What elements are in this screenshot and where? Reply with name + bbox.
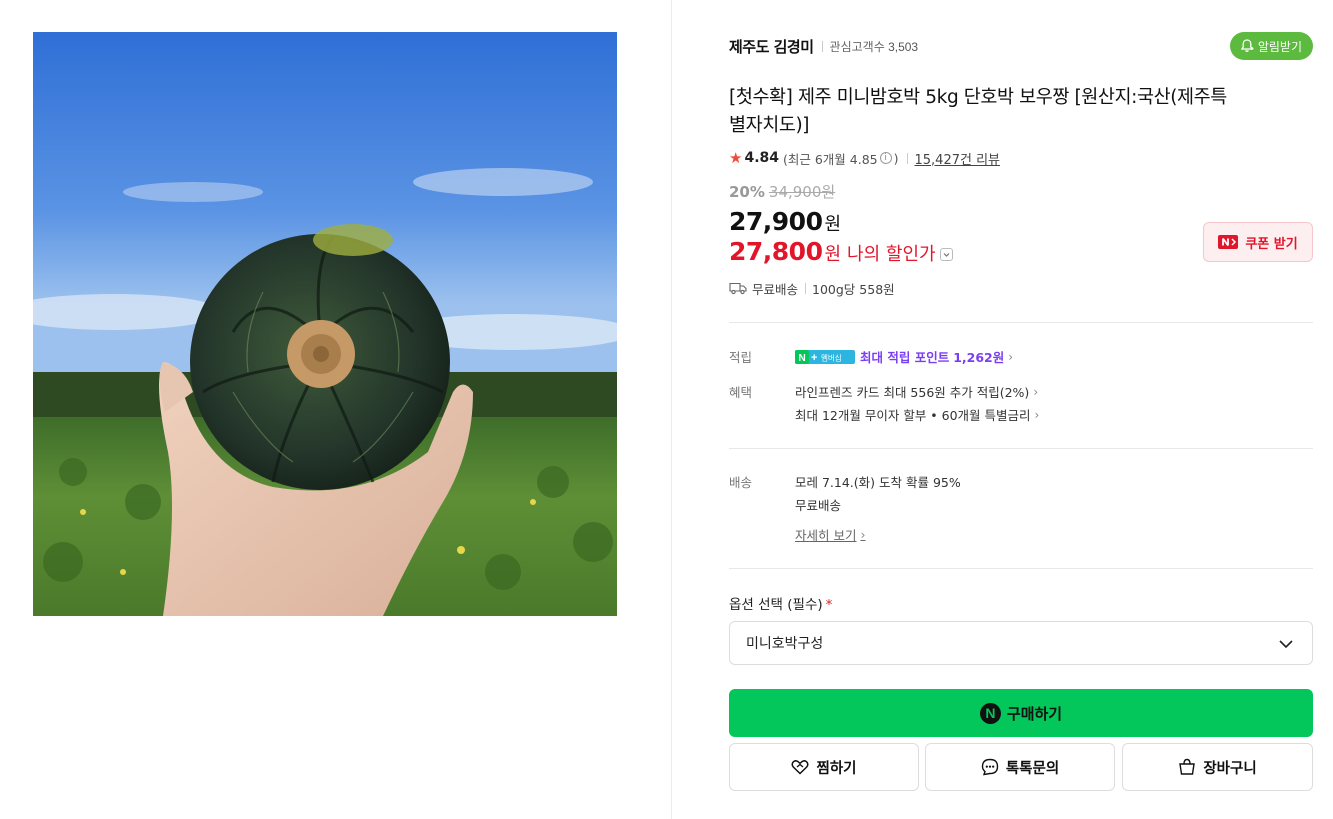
alert-subscribe-button[interactable]: 알림받기 [1229,32,1313,60]
my-price-label: 나의 할인가 [847,244,936,265]
pumpkin-photo [33,32,617,616]
my-price-unit: 원 [824,244,842,265]
wish-label: 찜하기 [816,760,857,777]
svg-text:N: N [799,353,806,364]
divider [821,40,823,52]
cart-button[interactable]: 장바구니 [1122,743,1313,791]
followers-count: 3,503 [888,39,919,54]
chevron-right-icon: › [1008,349,1014,364]
divider [906,152,908,164]
chat-icon [981,758,999,776]
chevron-down-icon[interactable] [939,248,953,261]
my-price-number: 27,800 [729,237,823,266]
required-mark: * [825,597,833,613]
followers-label: 관심고객수 [829,39,885,54]
benefit-label: 혜택 [729,385,753,400]
divider [729,448,1313,449]
benefit-card-text: 라인프렌즈 카드 최대 556원 추가 적립(2%) [795,385,1030,400]
option-selected-value: 미니호박구성 [746,636,824,652]
divider [729,322,1313,323]
option-label-text: 옵션 선택 (필수) [729,597,823,613]
divider [805,282,807,294]
option-select[interactable]: 미니호박구성 [729,621,1313,665]
my-discount-price: 27,800 원 나의 할인가 [729,237,953,266]
sale-price: 27,900 원 [729,207,841,236]
alert-label: 알림받기 [1257,39,1302,54]
points-row[interactable]: N + 멤버십 최대 적립 포인트 1,262원 › [795,347,1013,366]
buy-button[interactable]: N 구매하기 [729,689,1313,737]
rating-score: 4.84 [744,150,779,166]
chevron-right-icon: › [1033,384,1039,399]
unit-price: 100g당 558원 [812,281,895,297]
points-text: 최대 적립 포인트 [860,350,950,365]
original-price: 34,900원 [768,183,836,201]
buy-label: 구매하기 [1006,704,1063,723]
coupon-label: 쿠폰 받기 [1245,236,1298,252]
delivery-eta-text: 모레 7.14.(화) 도착 확률 95% [795,475,961,490]
benefit-installment-text: 최대 12개월 무이자 할부 • 60개월 특별금리 [795,408,1031,423]
info-icon[interactable]: i [879,152,892,164]
review-count-link[interactable]: 15,427건 리뷰 [915,149,1001,168]
star-icon: ★ [729,149,743,167]
benefit-line-card[interactable]: 라인프렌즈 카드 최대 556원 추가 적립(2%) › [795,382,1038,401]
heart-icon [791,760,810,775]
delivery-fee: 무료배송 [795,495,841,514]
svg-text:+: + [811,352,817,364]
cart-icon [1179,758,1196,775]
delivery-fee-text: 무료배송 [795,498,842,513]
delivery-detail-link[interactable]: 자세히 보기 › [795,525,865,544]
sale-price-unit: 원 [824,214,842,235]
coupon-button[interactable]: 쿠폰 받기 [1203,222,1313,262]
sale-price-number: 27,900 [729,207,823,236]
svg-text:멤버십: 멤버십 [821,352,842,362]
wish-button[interactable]: 찜하기 [729,743,919,791]
delivery-label: 배송 [729,475,753,490]
option-label: 옵션 선택 (필수) * [729,593,832,613]
delivery-eta: 모레 7.14.(화) 도착 확률 95% [795,472,961,491]
store-name[interactable]: 제주도 김경미 [729,36,814,57]
shipping-fee: 무료배송 [752,281,799,297]
product-title: [첫수확] 제주 미니밤호박 5kg 단호박 보우짱 [원산지:국산(제주특별자… [729,87,1227,136]
recent-rating-close: ) [893,150,899,166]
shipping-summary: 무료배송 100g당 558원 [729,278,895,298]
product-info: 제주도 김경미 관심고객수 3,503 알림받기 [첫수확] 제주 미니밤호박 … [729,0,1313,819]
detail-link-text: 자세히 보기 [795,528,857,543]
divider [729,568,1313,569]
points-label: 적립 [729,350,753,365]
chevron-right-icon: › [860,527,866,542]
store-header: 제주도 김경미 관심고객수 3,503 알림받기 [729,32,1313,60]
store-followers: 관심고객수 3,503 [830,38,919,55]
chevron-right-icon: › [1034,407,1040,422]
benefit-line-installment[interactable]: 최대 12개월 무이자 할부 • 60개월 특별금리 › [795,405,1039,424]
naver-n-icon: N [979,702,1001,724]
product-gallery [0,0,672,819]
talk-inquiry-button[interactable]: 톡톡문의 [925,743,1115,791]
recent-rating: (최근 6개월 4.85 [783,151,878,167]
chevron-down-icon [1279,640,1293,649]
points-amount: 1,262원 [953,350,1005,365]
truck-icon [729,282,747,295]
n-plus-membership-badge: N + 멤버십 [795,349,855,364]
cart-label: 장바구니 [1203,760,1257,777]
naver-coupon-icon [1218,235,1239,249]
rating-row: ★ 4.84 (최근 6개월 4.85 i ) 15,427건 리뷰 [729,148,1000,168]
bell-plus-icon [1240,39,1254,52]
discount-rate: 20% [729,183,765,201]
talk-label: 톡톡문의 [1005,760,1060,777]
product-image[interactable] [33,32,617,616]
discount-row: 20% 34,900원 [729,181,835,202]
